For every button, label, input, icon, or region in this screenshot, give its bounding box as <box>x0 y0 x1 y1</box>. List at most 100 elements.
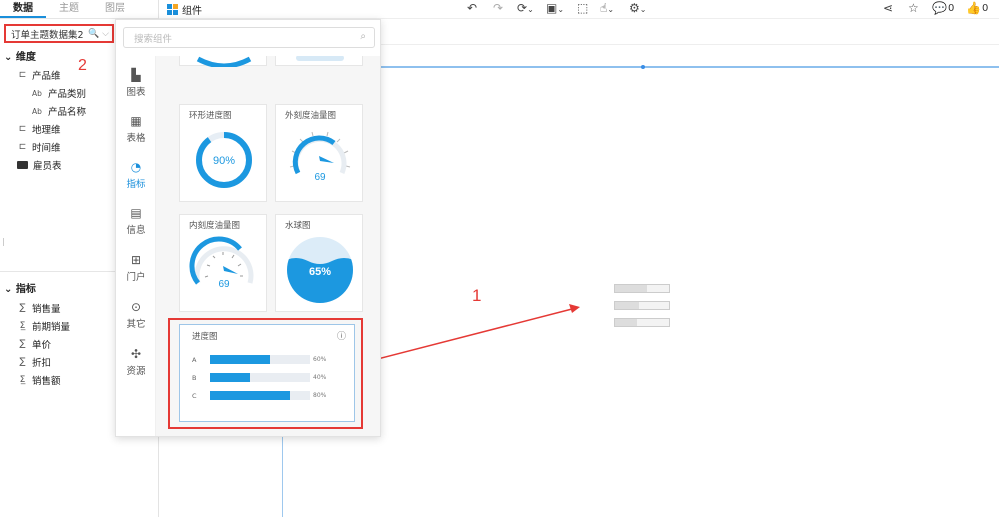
tree-item-label: 折扣 <box>32 358 52 369</box>
gauge-icon: ◔ <box>130 160 142 174</box>
tree-item-unit-price[interactable]: ∑ 单价 <box>16 337 51 351</box>
collapse-chevron-icon: ⌄ <box>4 284 16 295</box>
progress-placeholder-widget[interactable] <box>614 284 670 335</box>
partial-gauge-icon <box>196 56 252 67</box>
tree-item-label: 产品类别 <box>48 89 87 100</box>
bar-chart-icon: ▙ <box>131 68 141 82</box>
refresh-dropdown-icon[interactable]: ⟳⌄ <box>517 1 534 15</box>
highlight-box <box>168 318 363 429</box>
tree-item-geo-dim[interactable]: ⊏ 地理维 <box>16 122 61 136</box>
search-placeholder: 搜索组件 <box>134 33 173 45</box>
interaction-hand-icon[interactable]: ☝⌄ <box>600 1 614 15</box>
component-grid-icon <box>167 4 178 15</box>
like-icon[interactable]: 👍 <box>966 1 981 15</box>
calc-measure-icon: Σ̲ <box>19 375 26 385</box>
share-icon[interactable]: ⋖ <box>883 1 893 15</box>
card-ring-progress[interactable]: 环形进度图 90% <box>179 104 267 202</box>
inner-gauge-icon: 69 <box>189 236 254 290</box>
tree-item-employee-table[interactable]: 雇员表 <box>17 158 62 172</box>
tree-item-product-category[interactable]: Ab 产品类别 <box>32 86 87 101</box>
annotation-number-2: 2 <box>78 57 87 74</box>
tree-item-label: 产品维 <box>32 71 61 82</box>
card-outer-gauge[interactable]: 外刻度油量图 69 <box>275 104 363 202</box>
card-partial-number[interactable] <box>275 56 363 66</box>
frame-resize-handle[interactable] <box>641 65 645 69</box>
placeholder-bar <box>614 284 670 293</box>
placeholder-bar <box>614 318 670 327</box>
category-other[interactable]: ⊙ 其它 <box>116 300 156 330</box>
preview-icon[interactable]: ⬚ <box>577 1 588 15</box>
info-panel-icon: ▤ <box>130 206 142 220</box>
tree-item-label: 销售额 <box>32 376 61 387</box>
search-icon[interactable]: ⌕ <box>360 31 366 42</box>
category-indicator[interactable]: ◔ 指标 <box>116 160 156 190</box>
tree-item-label: 销售量 <box>32 304 61 315</box>
scrollbar-marker[interactable] <box>3 238 4 246</box>
text-field-icon: Ab <box>32 88 42 98</box>
component-button[interactable]: 组件 <box>167 2 202 17</box>
tree-item-label: 时间维 <box>32 143 61 154</box>
ring-progress-icon: 90% <box>196 132 252 188</box>
undo-icon[interactable]: ↶ <box>467 1 477 15</box>
sum-icon: ∑ <box>19 357 26 367</box>
tree-item-discount[interactable]: ∑ 折扣 <box>16 355 51 369</box>
dimension-header[interactable]: ⌄ 维度 <box>4 48 36 63</box>
card-inner-gauge[interactable]: 内刻度油量图 69 <box>179 214 267 312</box>
liquid-fill-icon: 65% <box>287 237 353 303</box>
tree-item-time-dim[interactable]: ⊏ 时间维 <box>16 140 61 154</box>
save-dropdown-icon[interactable]: ▣⌄ <box>546 1 564 15</box>
category-chart[interactable]: ▙ 图表 <box>116 68 156 98</box>
tree-item-label: 雇员表 <box>33 161 62 172</box>
settings-dropdown-icon[interactable]: ⚙⌄ <box>629 1 646 15</box>
hierarchy-icon: ⊏ <box>18 70 27 80</box>
dataset-select[interactable]: 订单主题数据集2 🔍 ⌵ <box>4 24 114 43</box>
partial-number-icon <box>296 56 344 61</box>
dataset-value: 订单主题数据集2 <box>11 29 84 41</box>
category-table[interactable]: ▦ 表格 <box>116 114 156 144</box>
tree-item-label: 产品名称 <box>48 107 87 118</box>
card-liquid-fill[interactable]: 水球图 65% <box>275 214 363 312</box>
outer-gauge-icon: 69 <box>289 131 351 183</box>
calc-measure-icon: Σ̲ <box>19 321 26 331</box>
sum-icon: ∑ <box>19 339 26 349</box>
tree-item-sales-amount[interactable]: Σ̲ 销售额 <box>16 373 61 387</box>
text-field-icon: Ab <box>32 106 42 116</box>
tab-theme[interactable]: 主题 <box>46 0 92 18</box>
top-toolbar: 组件 ↶ ↷ ⟳⌄ ▣⌄ ⬚ ☝⌄ ⚙⌄ ⋖ ☆ 💬 0 👍 0 <box>159 0 999 19</box>
component-category-list: ▙ 图表 ▦ 表格 ◔ 指标 ▤ 信息 ⊞ 门户 ⊙ 其它 ✣ 资源 <box>116 56 156 436</box>
sum-icon: ∑ <box>19 303 26 313</box>
dataset-search-dropdown-icon[interactable]: 🔍 ⌵ <box>88 29 112 39</box>
card-partial-gauge[interactable] <box>179 56 267 67</box>
tree-item-label: 地理维 <box>32 125 61 136</box>
tree-item-product-dim[interactable]: ⊏ 产品维 <box>16 68 61 82</box>
component-button-label: 组件 <box>182 6 202 17</box>
component-search-input[interactable]: 搜索组件 ⌕ <box>123 27 375 48</box>
panel-tabs: 数据 主题 图层 <box>0 0 158 19</box>
redo-icon[interactable]: ↷ <box>493 1 503 15</box>
svg-text:69: 69 <box>314 172 326 183</box>
svg-text:69: 69 <box>218 279 230 290</box>
collapse-chevron-icon: ⌄ <box>4 52 16 63</box>
tree-item-sales-qty[interactable]: ∑ 销售量 <box>16 301 61 315</box>
category-portal[interactable]: ⊞ 门户 <box>116 253 156 283</box>
tree-item-prior-sales[interactable]: Σ̲ 前期销量 <box>16 319 70 333</box>
hierarchy-icon: ⊏ <box>18 124 27 134</box>
favorite-star-icon[interactable]: ☆ <box>908 1 919 15</box>
like-count: 0 <box>982 3 989 14</box>
tab-layers[interactable]: 图层 <box>92 0 138 18</box>
comment-count: 0 <box>948 3 955 14</box>
comment-icon[interactable]: 💬 <box>932 1 947 15</box>
tab-data[interactable]: 数据 <box>0 0 46 18</box>
svg-text:65%: 65% <box>309 266 331 278</box>
table-icon: ▦ <box>130 114 142 128</box>
annotation-number-1: 1 <box>472 286 482 305</box>
dimension-header-label: 维度 <box>15 52 36 63</box>
tree-item-label: 单价 <box>32 340 52 351</box>
tree-item-product-name[interactable]: Ab 产品名称 <box>32 104 87 119</box>
category-resource[interactable]: ✣ 资源 <box>116 347 156 377</box>
puzzle-icon: ✣ <box>130 347 142 361</box>
placeholder-bar <box>614 301 670 310</box>
measure-header[interactable]: ⌄ 指标 <box>4 280 36 295</box>
measure-header-label: 指标 <box>15 284 36 295</box>
category-info[interactable]: ▤ 信息 <box>116 206 156 236</box>
